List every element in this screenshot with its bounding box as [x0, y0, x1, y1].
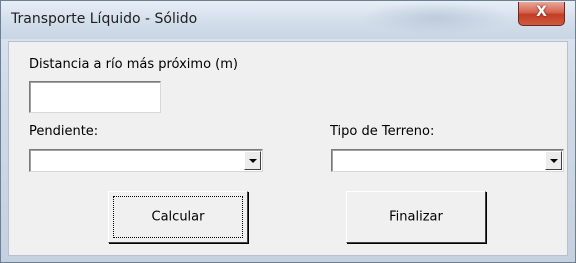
- chevron-down-icon: [249, 159, 257, 163]
- slope-label: Pendiente:: [29, 124, 99, 139]
- finish-button[interactable]: Finalizar: [346, 191, 486, 243]
- terrain-select[interactable]: [331, 149, 564, 172]
- finish-button-label: Finalizar: [389, 209, 443, 225]
- dialog-body: Distancia a río más próximo (m) Pendient…: [8, 41, 568, 256]
- slope-select[interactable]: [29, 149, 263, 172]
- calculate-button[interactable]: Calcular: [108, 191, 248, 243]
- calculate-button-label: Calcular: [151, 209, 205, 225]
- chevron-down-icon: [550, 159, 558, 163]
- window-title: Transporte Líquido - Sólido: [11, 11, 198, 27]
- slope-dropdown-button[interactable]: [244, 151, 261, 170]
- close-button[interactable]: X: [518, 2, 565, 26]
- distance-input[interactable]: [29, 81, 161, 113]
- title-bar-reflection: [361, 1, 511, 35]
- close-icon: X: [536, 4, 547, 20]
- dialog-window: Transporte Líquido - Sólido X Distancia …: [0, 0, 576, 263]
- terrain-label: Tipo de Terreno:: [330, 124, 435, 139]
- terrain-dropdown-button[interactable]: [545, 151, 562, 170]
- title-bar[interactable]: Transporte Líquido - Sólido X: [1, 1, 575, 39]
- distance-label: Distancia a río más próximo (m): [29, 57, 238, 72]
